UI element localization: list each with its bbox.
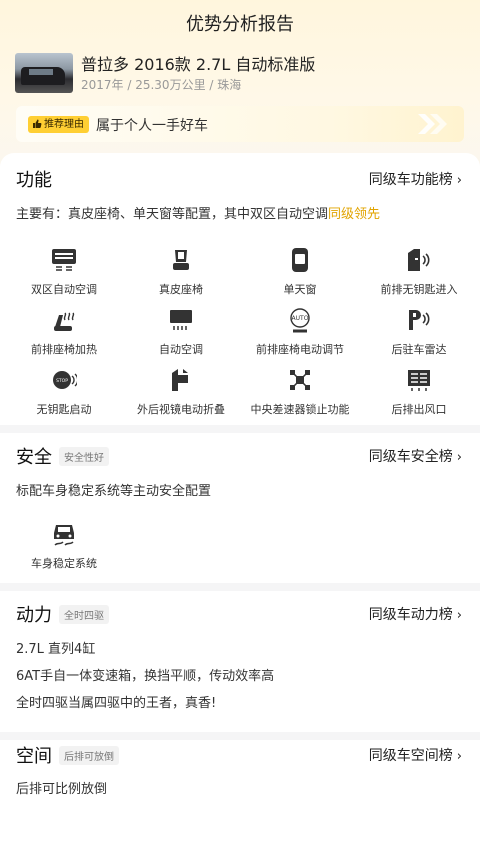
- car-name: 普拉多 2016款 2.7L 自动标准版: [81, 55, 316, 74]
- feature-item[interactable]: 中央差速器锁止功能: [240, 367, 360, 417]
- section-title-safety: 安全: [16, 447, 52, 468]
- rear-vent-icon: [408, 370, 430, 391]
- parking-radar-icon: [409, 310, 430, 330]
- feature-item[interactable]: 后排出风口: [359, 367, 479, 417]
- keyless-start-icon: STOP: [53, 371, 77, 389]
- svg-text:STOP: STOP: [56, 378, 68, 384]
- recommend-tag: 推荐理由: [28, 116, 89, 133]
- feature-label: 无钥匙启动: [36, 403, 92, 416]
- section-title-power: 动力: [16, 605, 52, 626]
- feature-label: 前排座椅加热: [31, 343, 97, 356]
- power-line: 6AT手自一体变速箱，换挡平顺，传动效率高: [16, 669, 275, 684]
- space-badge: 后排可放倒: [59, 746, 119, 765]
- section-title-features: 功能: [16, 170, 52, 191]
- power-rank-link[interactable]: 同级车动力榜 ›: [369, 604, 462, 624]
- leather-seat-icon: [173, 250, 189, 270]
- thumbs-up-icon: [33, 119, 42, 128]
- space-rank-link[interactable]: 同级车空间榜 ›: [369, 745, 462, 765]
- space-section: 空间 后排可放倒 同级车空间榜 › 后排可比例放倒: [0, 740, 480, 855]
- diff-lock-icon: [290, 370, 310, 390]
- space-line: 后排可比例放倒: [16, 782, 108, 797]
- chevron-right-icon: ›: [456, 608, 462, 623]
- recommend-tag-label: 推荐理由: [44, 119, 84, 130]
- mirror-fold-icon: [172, 369, 188, 391]
- stability-control-icon: [54, 525, 74, 546]
- recommend-reason-bar: 推荐理由 属于个人一手好车: [16, 106, 464, 142]
- feature-item[interactable]: 前排座椅加热: [4, 307, 124, 357]
- power-section: 动力 全时四驱 同级车动力榜 › 2.7L 直列4缸 6AT手自一体变速箱，换挡平…: [0, 591, 480, 732]
- chevron-right-icon: ›: [456, 173, 462, 188]
- feature-item[interactable]: 单天窗: [240, 247, 360, 297]
- recommend-reason-text: 属于个人一手好车: [96, 118, 208, 134]
- features-highlight: 同级领先: [328, 207, 381, 222]
- safety-summary: 标配车身稳定系统等主动安全配置: [16, 484, 212, 499]
- feature-label: 外后视镜电动折叠: [137, 403, 225, 416]
- feature-label: 真皮座椅: [159, 283, 203, 296]
- svg-text:AUTO: AUTO: [292, 315, 309, 322]
- keyless-entry-icon: [408, 249, 430, 271]
- double-chevron-icon: [418, 114, 447, 134]
- features-section: 功能 同级车功能榜 › 主要有：真皮座椅、单天窗等配置，其中双区自动空调同级领先 …: [0, 153, 480, 425]
- feature-item[interactable]: 车身稳定系统: [4, 521, 124, 571]
- auto-ac-icon: [170, 310, 192, 330]
- car-meta: 2017年 / 25.30万公里 / 珠海: [81, 78, 242, 92]
- features-summary: 主要有：真皮座椅、单天窗等配置，其中双区自动空调同级领先: [16, 203, 380, 222]
- safety-rank-label: 同级车安全榜: [368, 449, 453, 465]
- power-seat-icon: AUTO: [290, 308, 310, 333]
- section-title-space: 空间: [16, 746, 52, 767]
- feature-label: 中央差速器锁止功能: [250, 403, 350, 416]
- report-header: 优势分析报告 普拉多 2016款 2.7L 自动标准版 2017年 / 25.3…: [0, 0, 480, 165]
- feature-label: 车身稳定系统: [31, 557, 97, 570]
- feature-item[interactable]: 双区自动空调: [4, 247, 124, 297]
- feature-item[interactable]: 外后视镜电动折叠: [121, 367, 241, 417]
- chevron-right-icon: ›: [456, 749, 462, 764]
- feature-item[interactable]: AUTO 前排座椅电动调节: [240, 307, 360, 357]
- features-rank-link[interactable]: 同级车功能榜 ›: [369, 169, 462, 189]
- feature-label: 双区自动空调: [31, 283, 97, 296]
- feature-item[interactable]: STOP 无钥匙启动: [4, 367, 124, 417]
- feature-item[interactable]: 后驻车雷达: [359, 307, 479, 357]
- power-rank-label: 同级车动力榜: [368, 607, 453, 623]
- section-divider: [0, 425, 480, 433]
- section-divider: [0, 732, 480, 740]
- features-summary-text: 主要有：真皮座椅、单天窗等配置，其中双区自动空调: [16, 207, 329, 222]
- power-line: 全时四驱当属四驱中的王者，真香!: [16, 696, 217, 711]
- chevron-right-icon: ›: [456, 450, 462, 465]
- seat-heating-icon: [54, 312, 75, 331]
- section-divider: [0, 583, 480, 591]
- car-thumbnail[interactable]: [15, 53, 73, 93]
- feature-label: 单天窗: [283, 283, 317, 296]
- sunroof-icon: [292, 248, 308, 272]
- feature-item[interactable]: 自动空调: [121, 307, 241, 357]
- safety-badge: 安全性好: [59, 447, 109, 466]
- space-rank-label: 同级车空间榜: [368, 748, 453, 764]
- feature-item[interactable]: 真皮座椅: [121, 247, 241, 297]
- features-rank-label: 同级车功能榜: [368, 172, 453, 188]
- power-line: 2.7L 直列4缸: [16, 642, 96, 657]
- dual-zone-ac-icon: [52, 249, 76, 271]
- safety-rank-link[interactable]: 同级车安全榜 ›: [369, 446, 462, 466]
- feature-label: 后排出风口: [391, 403, 447, 416]
- feature-item[interactable]: 前排无钥匙进入: [359, 247, 479, 297]
- power-badge: 全时四驱: [59, 605, 109, 624]
- feature-label: 自动空调: [159, 343, 203, 356]
- page-title: 优势分析报告: [186, 14, 294, 35]
- feature-label: 前排座椅电动调节: [256, 343, 344, 356]
- feature-label: 前排无钥匙进入: [380, 283, 458, 296]
- feature-label: 后驻车雷达: [391, 343, 447, 356]
- safety-section: 安全 安全性好 同级车安全榜 › 标配车身稳定系统等主动安全配置 车身稳定系统: [0, 433, 480, 583]
